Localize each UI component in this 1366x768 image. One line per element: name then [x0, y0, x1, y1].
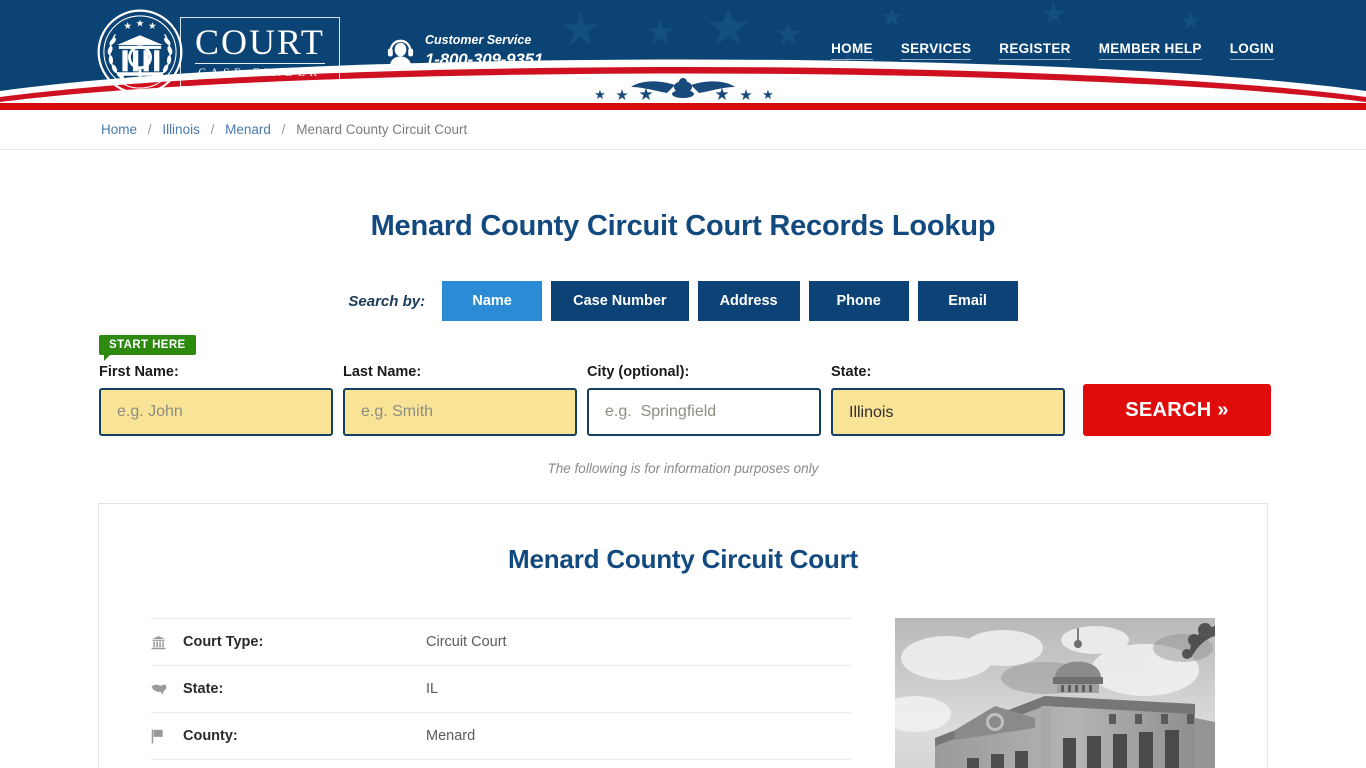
us-map-icon — [151, 683, 183, 696]
flag-icon — [151, 729, 183, 744]
site-logo[interactable]: ★ ★ ★ COURT CASE FINDER — [96, 8, 340, 96]
svg-text:★: ★ — [148, 21, 157, 32]
site-header: ★ ★ ★ ★ ★ ★ ★ ★ ★ ★ ★ ★ ★ ★ ★ ★ ★ COURT … — [0, 0, 1366, 103]
last-name-field-group: Last Name: — [343, 364, 577, 436]
customer-service-phone[interactable]: 1-800-309-9351 — [425, 49, 543, 70]
court-details-table: Court Type: Circuit Court State: IL Coun… — [151, 618, 851, 760]
search-form: START HERE First Name: Last Name: City (… — [0, 335, 1366, 445]
state-field-group: State: Illinois — [831, 364, 1065, 436]
city-input[interactable] — [587, 388, 821, 436]
tab-phone[interactable]: Phone — [808, 281, 909, 321]
main-navigation: HOME SERVICES REGISTER MEMBER HELP LOGIN — [831, 41, 1274, 60]
state-label-row: State: — [183, 681, 224, 697]
court-name-heading: Menard County Circuit Court — [508, 544, 858, 574]
nav-item-home[interactable]: HOME — [831, 41, 873, 60]
tab-address[interactable]: Address — [697, 281, 800, 321]
start-here-badge: START HERE — [99, 335, 196, 361]
svg-text:★: ★ — [136, 18, 145, 29]
court-type-label: Court Type: — [183, 634, 264, 650]
customer-service-block: Customer Service 1-800-309-9351 — [385, 33, 543, 70]
page-title: Menard County Circuit Court Records Look… — [370, 210, 996, 242]
court-type-value: Circuit Court — [426, 634, 507, 650]
search-button[interactable]: SEARCH » — [1083, 384, 1271, 436]
court-info-panel: Menard County Circuit Court Court Type: — [98, 503, 1268, 768]
first-name-input[interactable] — [99, 388, 333, 436]
state-value: IL — [426, 681, 439, 697]
disclaimer-text: The following is for information purpose… — [547, 461, 819, 476]
courthouse-photo — [895, 618, 1215, 768]
last-name-label: Last Name: — [343, 364, 422, 380]
nav-item-register[interactable]: REGISTER — [999, 41, 1071, 60]
last-name-input[interactable] — [343, 388, 577, 436]
city-label: City (optional): — [587, 364, 690, 380]
breadcrumb-item-illinois[interactable]: Illinois — [162, 122, 200, 137]
table-row: County: Menard — [151, 713, 851, 760]
breadcrumb-item-home[interactable]: Home — [101, 122, 137, 137]
tab-name[interactable]: Name — [442, 281, 543, 321]
tab-case-number[interactable]: Case Number — [551, 281, 689, 321]
tab-email[interactable]: Email — [917, 281, 1018, 321]
county-value: Menard — [426, 728, 476, 744]
nav-item-member-help[interactable]: MEMBER HELP — [1098, 41, 1202, 60]
logo-main-text: COURT — [195, 21, 325, 64]
logo-wordmark: COURT CASE FINDER — [180, 16, 340, 88]
breadcrumb-separator: / — [281, 122, 286, 137]
nav-item-services[interactable]: SERVICES — [900, 41, 972, 60]
logo-sub-text: CASE FINDER — [198, 66, 322, 79]
first-name-field-group: First Name: — [99, 364, 333, 436]
table-row: Court Type: Circuit Court — [151, 619, 851, 666]
breadcrumb-item-current: Menard County Circuit Court — [296, 122, 468, 137]
state-select[interactable]: Illinois — [831, 388, 1065, 436]
customer-service-label: Customer Service — [425, 33, 532, 47]
breadcrumb-bar: Home / Illinois / Menard / Menard County… — [0, 110, 1366, 150]
search-by-label: Search by: — [348, 292, 426, 310]
search-type-tabs: Search by: Name Case Number Address Phon… — [0, 281, 1366, 321]
table-row: State: IL — [151, 666, 851, 713]
headset-support-icon — [387, 39, 414, 67]
county-label: County: — [183, 728, 238, 744]
nav-item-login[interactable]: LOGIN — [1229, 41, 1274, 60]
breadcrumb-item-menard[interactable]: Menard — [225, 122, 271, 137]
breadcrumb-separator: / — [147, 122, 152, 137]
court-seal-icon: ★ ★ ★ — [97, 9, 183, 95]
courthouse-icon — [151, 635, 183, 650]
state-label: State: — [831, 364, 872, 380]
first-name-label: First Name: — [99, 364, 179, 380]
breadcrumb: Home / Illinois / Menard / Menard County… — [101, 122, 467, 137]
svg-text:★: ★ — [123, 21, 132, 32]
city-field-group: City (optional): — [587, 364, 821, 436]
header-red-stripe — [0, 103, 1366, 110]
breadcrumb-separator: / — [210, 122, 215, 137]
